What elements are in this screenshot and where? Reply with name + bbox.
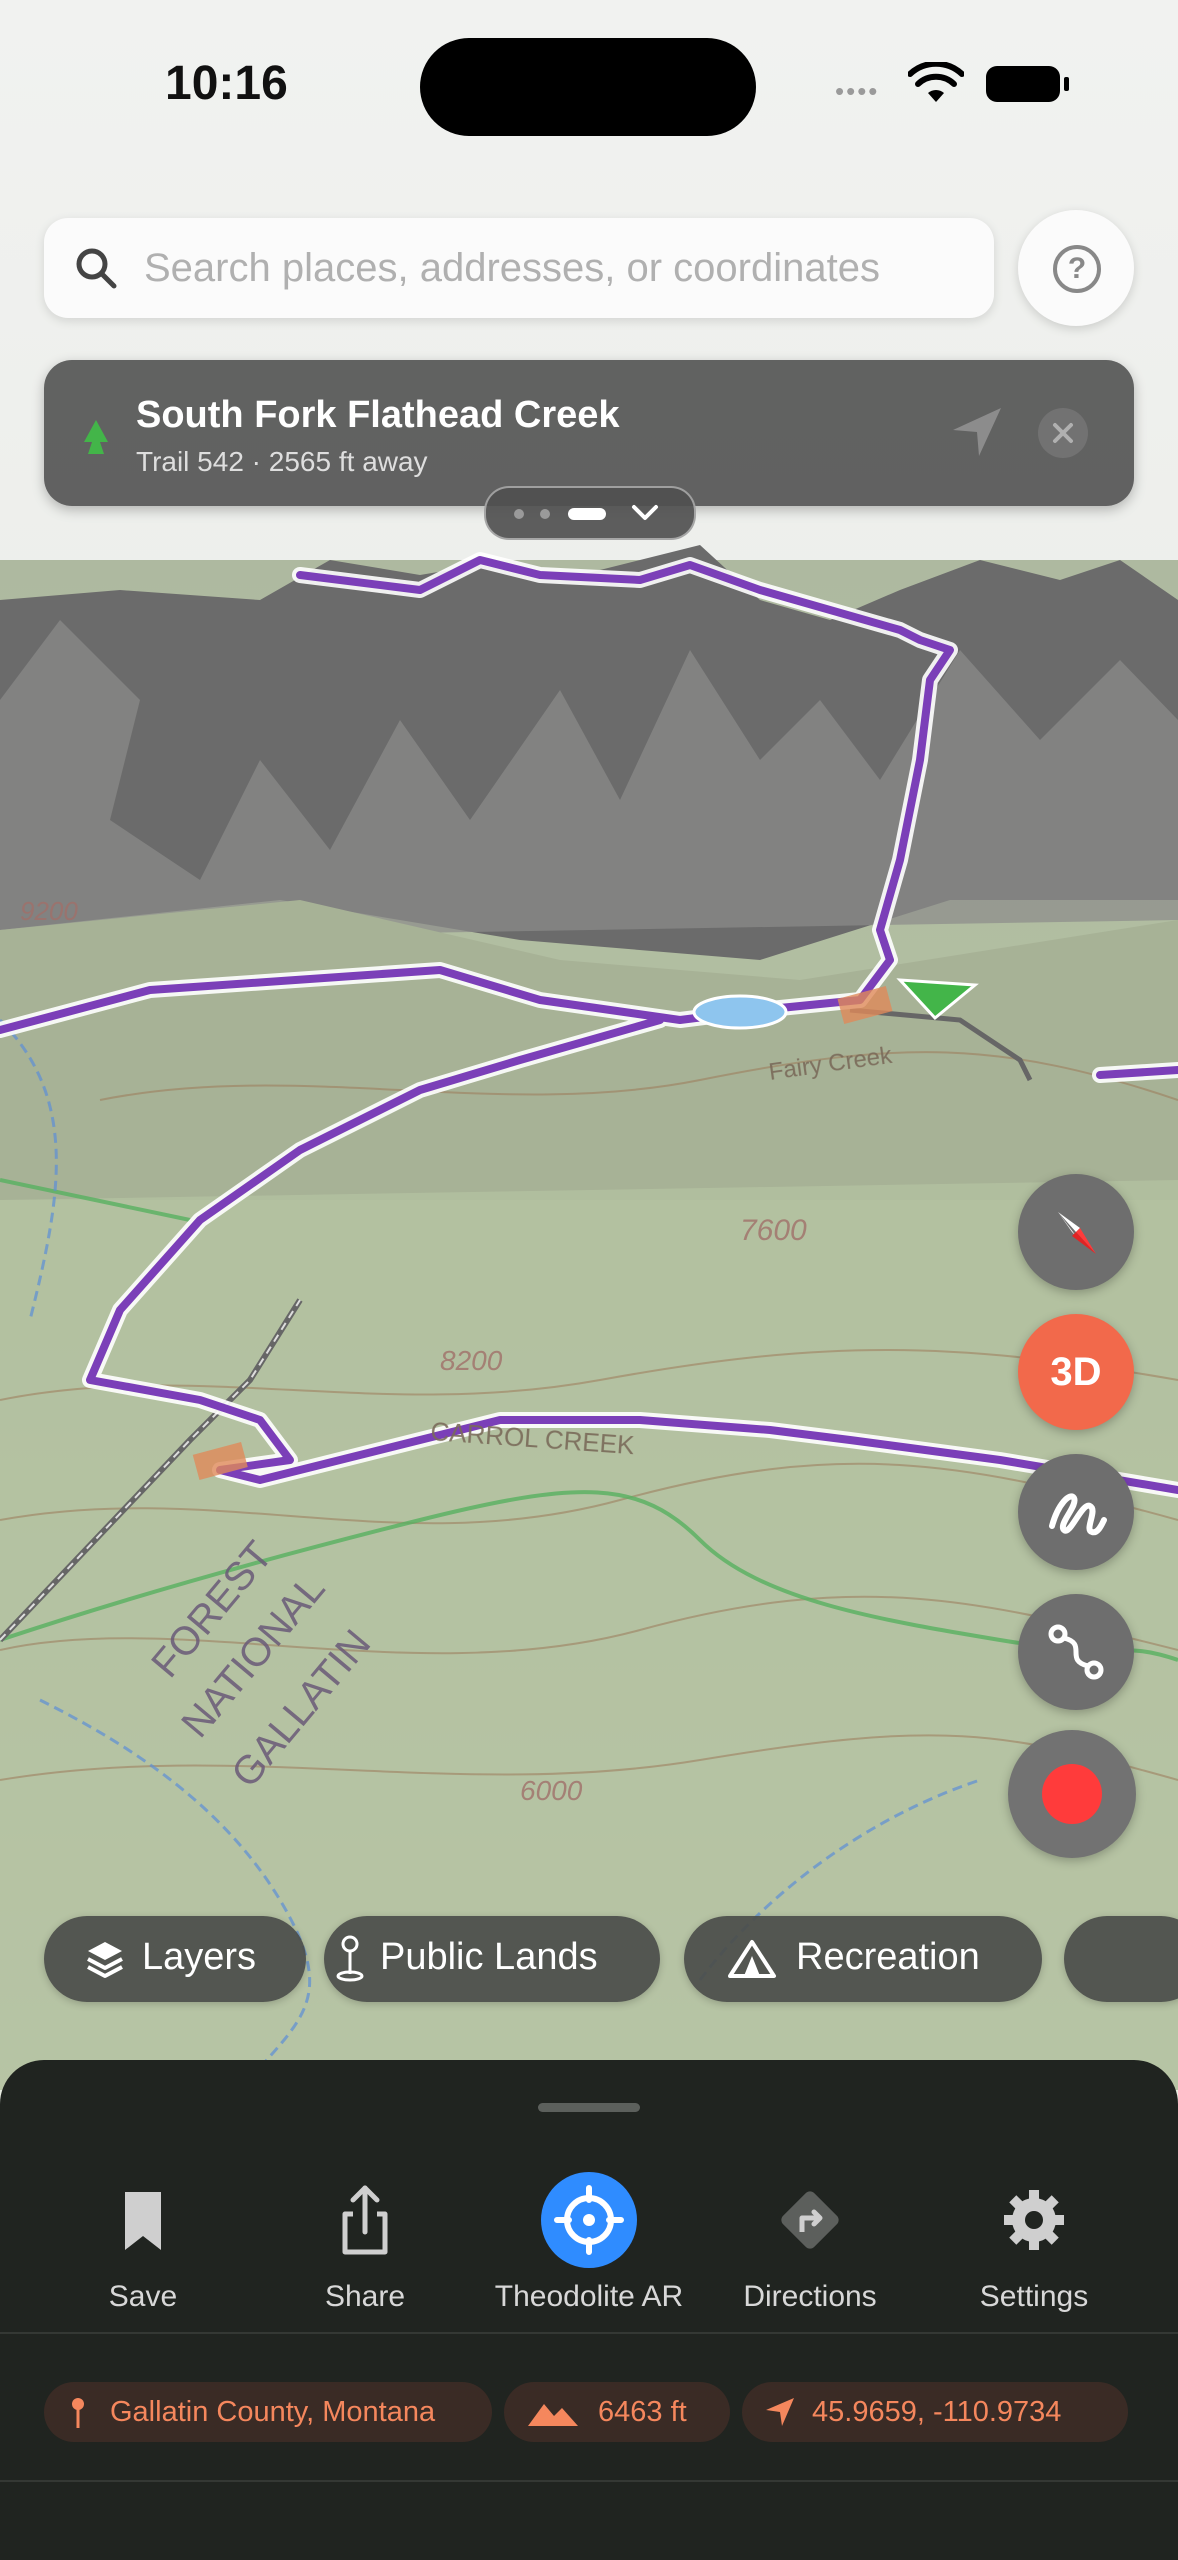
search-icon (76, 248, 117, 289)
coordinates-chip[interactable]: 45.9659, -110.9734 (742, 2382, 1128, 2442)
coordinates-text: 45.9659, -110.9734 (812, 2396, 1062, 2428)
sheet-divider (0, 2332, 1178, 2334)
directions-icon (781, 2191, 839, 2249)
lake (692, 994, 788, 1030)
route-button[interactable] (1018, 1594, 1134, 1710)
record-button[interactable] (1008, 1730, 1136, 1858)
chip-more[interactable] (1064, 1916, 1178, 2002)
status-time: 10:16 (165, 57, 288, 110)
pin-icon (72, 2398, 84, 2428)
chip-public-lands[interactable]: Public Lands (324, 1916, 660, 2002)
sheet-divider (0, 2480, 1178, 2482)
map-elev-2: 8200 (440, 1345, 503, 1376)
compass-icon (1058, 1212, 1096, 1254)
tent-icon (728, 1940, 776, 1978)
map-elev-1: 7600 (740, 1214, 807, 1247)
save-label: Save (108, 2280, 178, 2313)
battery-icon (986, 66, 1069, 102)
chip-recreation[interactable]: Recreation (684, 1916, 1042, 2002)
chevron-down-icon (632, 505, 658, 520)
trail-subtitle: Trail 542 · 2565 ft away (136, 446, 428, 477)
directions-label: Directions (743, 2280, 877, 2313)
trail-title: South Fork Flathead Creek (136, 394, 620, 436)
crosshair-icon (541, 2172, 637, 2268)
bookmark-icon (125, 2192, 161, 2250)
3d-label: 3D (1050, 1350, 1102, 1394)
trail-icon (84, 420, 108, 454)
chip-label: Public Lands (380, 1936, 598, 1978)
status-bar: 10:16 •••• (0, 0, 1178, 170)
sheet-grabber[interactable] (538, 2103, 640, 2112)
search-input[interactable]: Search places, addresses, or coordinates (144, 246, 880, 291)
pager-dot (514, 509, 524, 519)
map-elev-4: 9200 (20, 896, 78, 926)
question-icon: ? (1053, 245, 1101, 293)
share-label: Share (324, 2280, 406, 2313)
elevation-text: 6463 ft (598, 2396, 687, 2428)
draw-button[interactable] (1018, 1454, 1134, 1570)
pager-dot (540, 509, 550, 519)
chip-label: Recreation (796, 1936, 980, 1978)
map-elev-3: 6000 (520, 1775, 583, 1806)
close-card-button[interactable] (1038, 408, 1088, 458)
3d-toggle-button[interactable]: 3D (1018, 1314, 1134, 1430)
elevation-chip[interactable]: 6463 ft (504, 2382, 730, 2442)
compass-button[interactable] (1018, 1174, 1134, 1290)
search-bar[interactable]: Search places, addresses, or coordinates (44, 218, 994, 318)
pager-active-dot (568, 508, 606, 520)
route-icon (1048, 1624, 1104, 1680)
scribble-icon (1049, 1493, 1107, 1536)
trail-card[interactable]: South Fork Flathead Creek Trail 542 · 25… (44, 360, 1134, 506)
card-pager[interactable] (484, 486, 696, 540)
help-button[interactable]: ? (1018, 210, 1134, 326)
settings-label: Settings (979, 2280, 1089, 2313)
pin-icon (336, 1935, 364, 1982)
mountain-icon (528, 2404, 578, 2426)
location-chip[interactable]: Gallatin County, Montana (44, 2382, 492, 2442)
record-dot-icon (1042, 1764, 1102, 1824)
chip-label: Layers (142, 1936, 257, 1978)
location-text: Gallatin County, Montana (110, 2396, 436, 2428)
navigate-arrow-icon[interactable] (949, 404, 1005, 460)
cellular-signal-icon: •••• (835, 76, 880, 106)
share-icon (342, 2185, 388, 2255)
chip-layers[interactable]: Layers (44, 1916, 306, 2002)
close-icon (1053, 423, 1073, 443)
dynamic-island (420, 38, 756, 136)
layers-icon (87, 1942, 123, 1978)
gear-icon (1004, 2190, 1064, 2250)
location-arrow-icon (766, 2398, 794, 2426)
wifi-icon (908, 62, 964, 102)
